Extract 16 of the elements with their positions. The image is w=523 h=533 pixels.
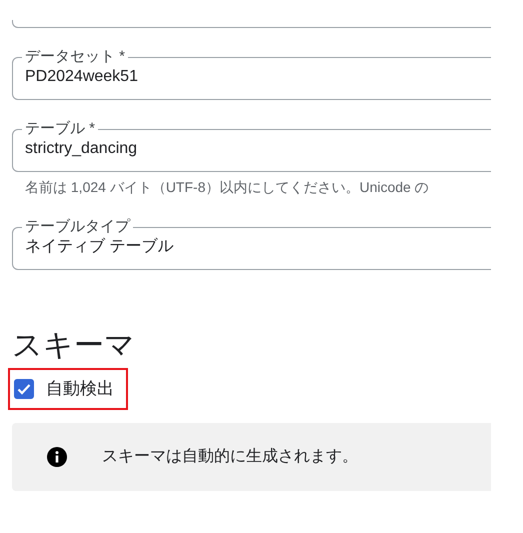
field-label: データセット * (24, 48, 126, 66)
field-label: テーブルタイプ (24, 218, 132, 236)
input-field[interactable] (12, 20, 491, 28)
field-label: テーブル * (24, 120, 96, 138)
section-heading: スキーマ (12, 328, 136, 364)
checkbox-label: 自動検出 (46, 378, 114, 400)
info-icon (47, 446, 67, 466)
checkbox[interactable] (14, 378, 34, 399)
input-field[interactable]: データセット * PD2024week51 (12, 48, 491, 100)
info-text: スキーマは自動的に生成されます。 (102, 446, 358, 466)
field-value: ネイティブ テーブル (25, 236, 174, 257)
field-value: PD2024week51 (25, 67, 139, 87)
input-field[interactable]: テーブルタイプ ネイティブ テーブル (12, 218, 491, 270)
input-field[interactable]: テーブル * strictry_dancing (12, 120, 491, 172)
field-value: strictry_dancing (25, 139, 138, 159)
field-hint: 名前は 1,024 バイト（UTF-8）以内にしてください。Unicode の (25, 178, 430, 197)
